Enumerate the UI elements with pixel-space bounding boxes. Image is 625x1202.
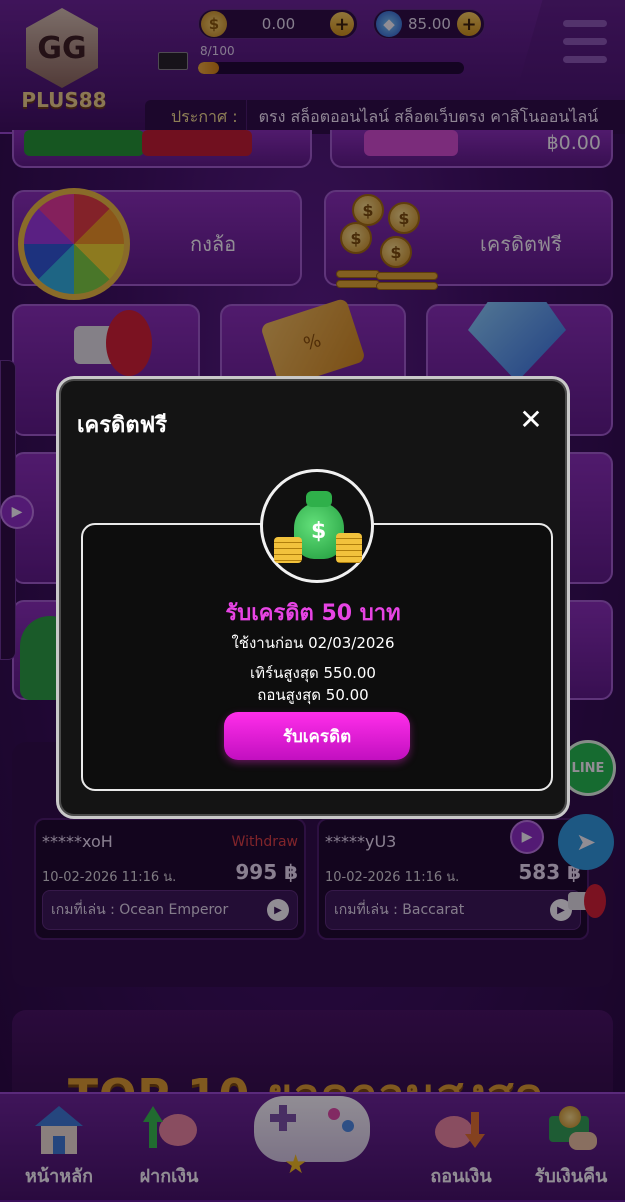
money-bag-icon: $: [272, 481, 362, 571]
close-icon[interactable]: ✕: [515, 403, 547, 436]
reward-max-withdraw: ถอนสูงสุด 50.00: [257, 686, 369, 704]
reward-expiry: ใช้งานก่อน 02/03/2026: [231, 634, 395, 652]
reward-max-turnover: เทิร์นสูงสุด 550.00: [250, 664, 376, 682]
money-bag-badge: $: [260, 469, 374, 583]
free-credit-modal: เครดิตฟรี ✕ $ รับเครดิต 50 บาท ใช้งานก่อ…: [56, 376, 570, 819]
claim-credit-button[interactable]: รับเครดิต: [224, 712, 410, 760]
reward-title: รับเครดิต 50 บาท: [225, 601, 401, 626]
modal-title: เครดิตฟรี: [77, 413, 168, 438]
